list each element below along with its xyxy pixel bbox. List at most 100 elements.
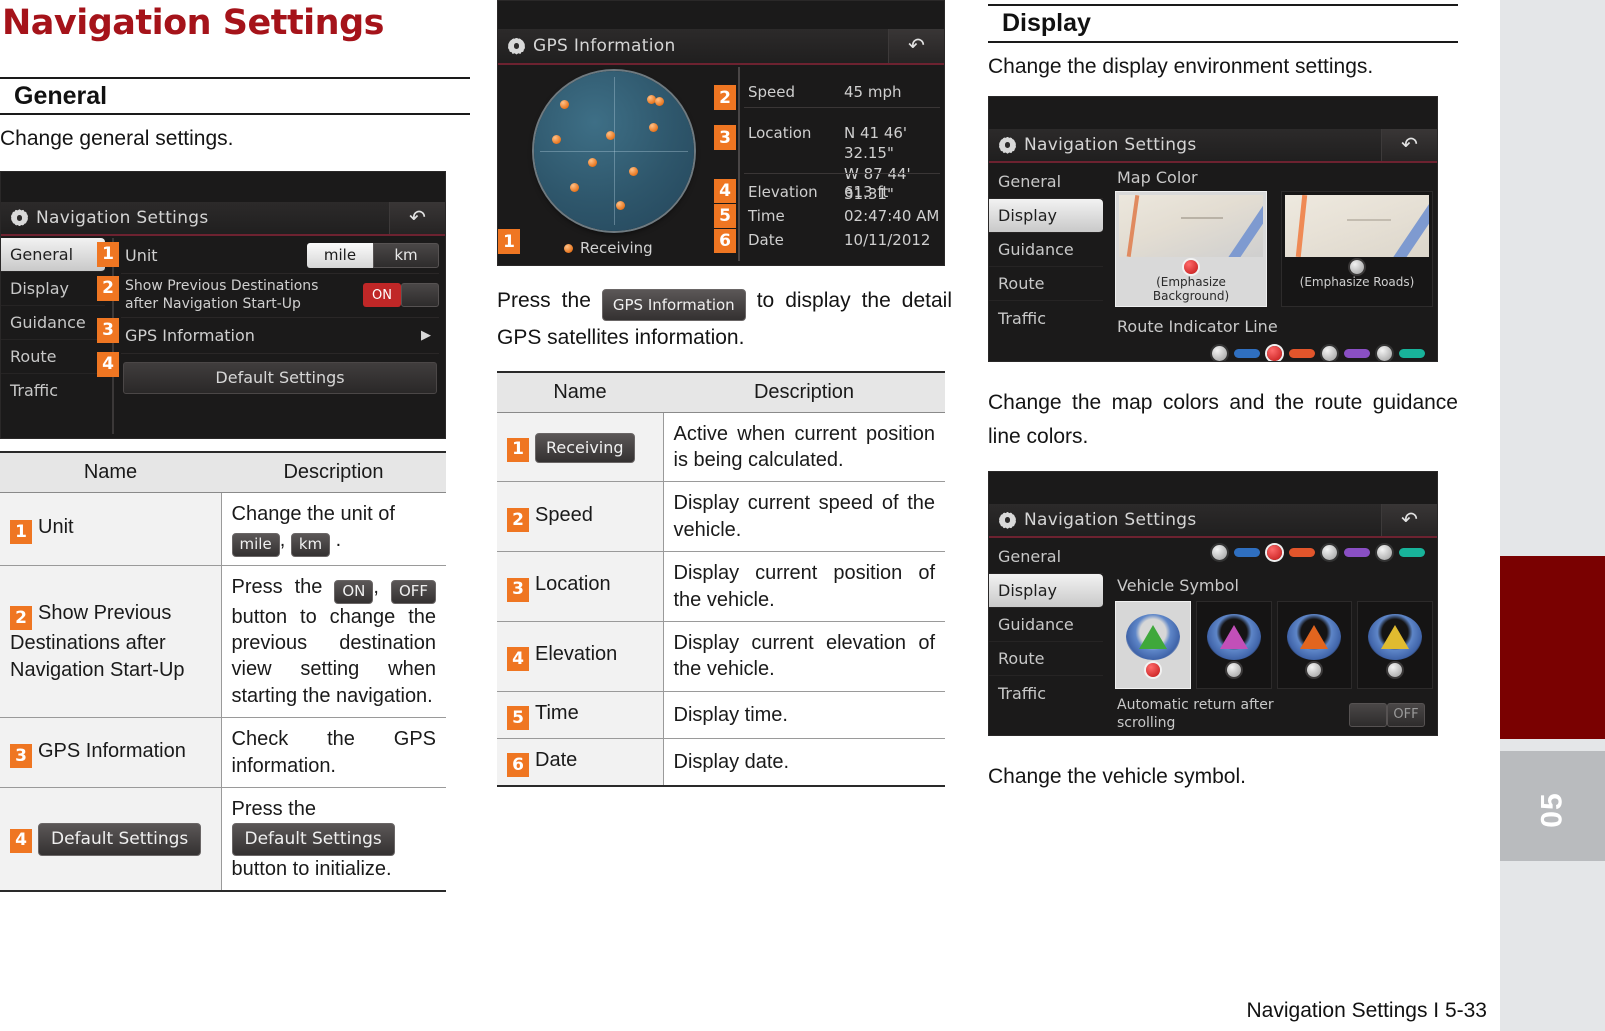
setting-row-show-previous-destinations[interactable]: Show Previous Destinations after Navigat… [121, 274, 439, 318]
table-row: 1 Unit Change the unit of mile, km . [0, 492, 446, 566]
column-middle: GPS Information ↶ Receiving Speed 45 mph… [497, 0, 952, 788]
column-header-name: Name [497, 370, 663, 413]
table-row: 2 Show Previous Destinations after Naviga… [0, 565, 446, 719]
route-color-radio-4[interactable] [1377, 346, 1392, 362]
radio-selected[interactable] [1184, 260, 1198, 275]
key-button-default-settings[interactable]: Default Settings [38, 823, 202, 856]
vehicle-symbol-option-yellow[interactable] [1357, 601, 1433, 690]
cell-description: Display current position of the vehicle. [662, 551, 945, 622]
sidebar-item-display[interactable]: Display [989, 199, 1103, 234]
sidebar-item-display[interactable]: Display [1, 272, 105, 306]
chapter-thumb-tabs: 05 [1500, 0, 1605, 1031]
callout-badge-6: 6 [714, 229, 736, 253]
screenshot-display-vehicle-symbol: Navigation Settings ↶ General Display Gu… [988, 471, 1438, 737]
sidebar-item-traffic[interactable]: Traffic [1, 374, 105, 408]
radio-unselected[interactable] [1388, 662, 1403, 677]
route-color-radio-2-selected[interactable] [1267, 545, 1282, 561]
sidebar-item-guidance[interactable]: Guidance [989, 608, 1103, 643]
key-button-gps-information[interactable]: GPS Information [601, 289, 746, 321]
radio-unselected[interactable] [1350, 260, 1364, 275]
route-color-swatch-teal[interactable] [1399, 349, 1425, 359]
map-color-option-emphasize-roads[interactable]: (Emphasize Roads) [1281, 191, 1433, 308]
default-settings-button[interactable]: Default Settings [123, 361, 437, 394]
back-arrow-icon[interactable]: ↶ [888, 29, 944, 63]
sidebar-item-general[interactable]: General [989, 540, 1103, 575]
key-button-default-settings[interactable]: Default Settings [231, 823, 395, 856]
route-color-swatch-orange[interactable] [1289, 349, 1315, 359]
setting-label-unit: Unit [125, 245, 158, 265]
receiving-label: Receiving [580, 239, 653, 257]
sidebar-item-route[interactable]: Route [989, 267, 1103, 302]
cell-name: 1 Unit [0, 492, 221, 566]
table-row: 4 Default Settings Press the Default Sett… [0, 787, 446, 893]
radio-unselected[interactable] [1226, 662, 1241, 677]
table-row: 5 Time Display time. [497, 691, 945, 739]
toggle-off[interactable] [401, 283, 439, 308]
key-button-on[interactable]: ON [334, 579, 374, 604]
route-color-radio-3[interactable] [1322, 545, 1337, 561]
screenshot-titlebar: GPS Information ↶ [498, 29, 944, 65]
cell-description: Display time. [662, 691, 945, 739]
route-color-swatch-blue[interactable] [1234, 349, 1260, 359]
key-button-km[interactable]: km [290, 533, 331, 557]
screenshot-sidebar: General Display Guidance Route Traffic [989, 540, 1103, 735]
column-header-description: Description [221, 450, 446, 493]
sidebar-item-guidance[interactable]: Guidance [989, 233, 1103, 268]
row-name-label: GPS Information [38, 739, 186, 762]
vehicle-symbol-option-orange[interactable] [1276, 601, 1353, 690]
sidebar-item-route[interactable]: Route [989, 642, 1103, 677]
map-color-option-emphasize-background[interactable]: (Emphasize Background) [1115, 191, 1267, 308]
screenshot-content: Vehicle Symbol Automatic return after sc… [1111, 540, 1433, 735]
auto-return-toggle-off[interactable]: OFF [1387, 702, 1425, 727]
route-color-swatch-purple[interactable] [1344, 548, 1370, 558]
setting-row-unit[interactable]: Unit mile km [121, 238, 439, 274]
sidebar-item-traffic[interactable]: Traffic [989, 301, 1103, 335]
sidebar-item-label: Display [998, 581, 1057, 601]
auto-return-toggle-on[interactable] [1349, 702, 1387, 727]
back-arrow-icon[interactable]: ↶ [1381, 129, 1437, 162]
key-button-receiving[interactable]: Receiving [535, 433, 635, 463]
sidebar-item-traffic[interactable]: Traffic [989, 676, 1103, 710]
route-color-swatch-teal[interactable] [1399, 548, 1425, 558]
vehicle-symbol-option-green[interactable] [1115, 601, 1191, 690]
desc-text: , [373, 575, 391, 598]
sidebar-item-route[interactable]: Route [1, 340, 105, 374]
route-color-swatch-purple[interactable] [1344, 349, 1370, 359]
gps-label: Date [748, 231, 784, 249]
radio-unselected[interactable] [1307, 662, 1322, 677]
back-arrow-icon[interactable]: ↶ [389, 201, 445, 234]
unit-option-km[interactable]: km [373, 242, 439, 268]
map-preview [1119, 195, 1263, 258]
route-color-swatch-blue[interactable] [1234, 548, 1260, 558]
setting-label-show-previous-destinations: Show Previous Destinations after Navigat… [125, 278, 319, 313]
sidebar-item-general[interactable]: General [1, 237, 105, 272]
radio-selected[interactable] [1145, 662, 1160, 677]
route-color-radio-1[interactable] [1212, 545, 1227, 561]
screenshot-gps-information: GPS Information ↶ Receiving Speed 45 mph… [497, 0, 945, 266]
section-header-general: General [0, 76, 470, 116]
table-row: 3 Location Display current position of th… [497, 551, 945, 622]
sidebar-item-display[interactable]: Display [989, 574, 1103, 609]
back-arrow-icon[interactable]: ↶ [1381, 504, 1437, 537]
vehicle-symbol-option-magenta[interactable] [1195, 601, 1272, 690]
sidebar-item-guidance[interactable]: Guidance [1, 306, 105, 340]
screenshot-title: Navigation Settings [1024, 135, 1197, 156]
row-name-label: Unit [38, 515, 74, 538]
table-header-row: Name Description [0, 450, 446, 493]
cell-name: 2 Speed [497, 481, 663, 553]
sidebar-item-general[interactable]: General [989, 165, 1103, 200]
key-button-mile[interactable]: mile [231, 533, 280, 557]
route-color-swatch-orange[interactable] [1289, 548, 1315, 558]
map-color-option-caption: (Emphasize Roads) [1299, 275, 1415, 290]
unit-option-mile[interactable]: mile [307, 242, 373, 268]
route-color-radio-1[interactable] [1212, 346, 1227, 362]
route-color-radio-2-selected[interactable] [1267, 346, 1282, 362]
key-button-off[interactable]: OFF [390, 579, 436, 604]
auto-return-row[interactable]: Automatic return after scrolling OFF [1111, 689, 1433, 732]
toggle-on[interactable]: ON [363, 283, 401, 308]
row-number-badge: 4 [10, 828, 32, 853]
setting-row-gps-information[interactable]: GPS Information ▶ [121, 318, 439, 354]
route-color-radio-3[interactable] [1322, 346, 1337, 362]
section-title-display: Display [1002, 9, 1091, 37]
route-color-radio-4[interactable] [1377, 545, 1392, 561]
